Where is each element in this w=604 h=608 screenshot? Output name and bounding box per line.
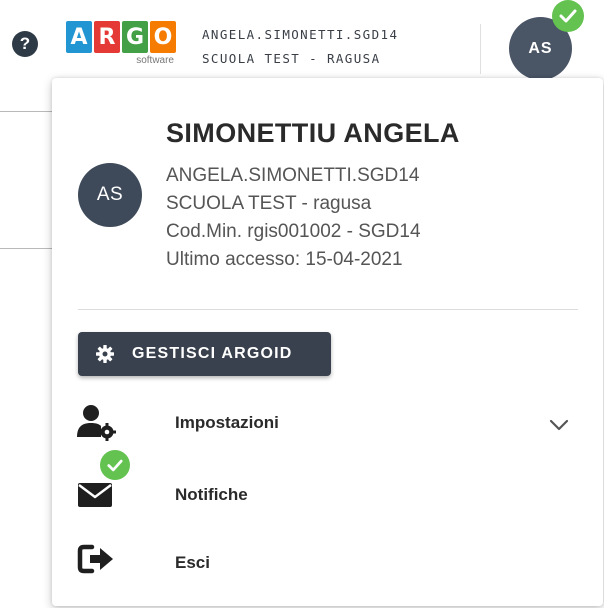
menu-item-notifiche[interactable]: Notifiche bbox=[52, 463, 603, 525]
header-avatar-initials: AS bbox=[528, 39, 553, 57]
panel-divider bbox=[78, 309, 578, 310]
manage-argoid-label: GESTISCI ARGOID bbox=[132, 345, 293, 362]
background-divider bbox=[0, 248, 60, 249]
menu-label-impostazioni: Impostazioni bbox=[175, 413, 279, 432]
profile-dropdown: AS SIMONETTIU ANGELA ANGELA.SIMONETTI.SG… bbox=[52, 78, 603, 606]
header-divider bbox=[480, 24, 481, 74]
profile-last-access: Ultimo accesso: 15-04-2021 bbox=[166, 249, 403, 270]
menu-item-impostazioni[interactable]: Impostazioni bbox=[52, 393, 603, 455]
profile-details: ANGELA.SIMONETTI.SGD14 SCUOLA TEST - rag… bbox=[166, 162, 421, 274]
chevron-down-icon[interactable] bbox=[548, 414, 570, 436]
envelope-icon bbox=[76, 475, 118, 515]
manage-argoid-button[interactable]: GESTISCI ARGOID bbox=[78, 332, 331, 376]
menu-label-notifiche: Notifiche bbox=[175, 485, 248, 504]
logo-letter: O bbox=[150, 21, 176, 53]
menu-item-esci[interactable]: Esci bbox=[52, 532, 603, 594]
gear-icon bbox=[95, 344, 115, 364]
profile-username: ANGELA.SIMONETTI.SGD14 bbox=[166, 165, 420, 186]
profile-avatar: AS bbox=[78, 163, 142, 227]
help-glyph: ? bbox=[19, 34, 31, 53]
logo-letter: R bbox=[94, 21, 120, 53]
header-username: ANGELA.SIMONETTI.SGD14 bbox=[202, 27, 399, 42]
profile-school: SCUOLA TEST - ragusa bbox=[166, 193, 372, 214]
logo-letter: A bbox=[66, 21, 92, 53]
profile-full-name: SIMONETTIU ANGELA bbox=[166, 118, 460, 148]
logo-letter: G bbox=[122, 21, 148, 53]
user-settings-icon bbox=[76, 403, 118, 443]
argo-logo: A R G O software bbox=[66, 21, 178, 71]
check-icon bbox=[552, 0, 584, 32]
profile-codmin: Cod.Min. rgis001002 - SGD14 bbox=[166, 221, 421, 242]
header-user-info: ANGELA.SIMONETTI.SGD14 SCUOLA TEST - RAG… bbox=[202, 23, 398, 71]
menu-label-esci: Esci bbox=[175, 553, 210, 572]
logo-subtitle: software bbox=[136, 55, 174, 66]
check-icon bbox=[100, 450, 130, 480]
header-school: SCUOLA TEST - RAGUSA bbox=[202, 51, 381, 66]
sign-out-icon bbox=[76, 543, 118, 583]
profile-avatar-initials: AS bbox=[96, 184, 124, 205]
help-icon[interactable]: ? bbox=[12, 31, 38, 57]
